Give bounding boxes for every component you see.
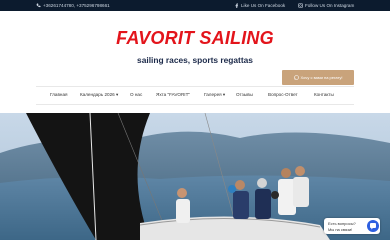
nav-item-yacht[interactable]: Яхта "FAVORIT" <box>156 92 190 97</box>
site-logo[interactable]: FAVORIT SAILING <box>0 28 390 49</box>
nav-item-home[interactable]: Главная <box>50 92 67 97</box>
whatsapp-regatta-button[interactable]: Хочу с вами на регату! <box>282 70 354 85</box>
facebook-icon <box>235 3 238 8</box>
nav-item-faq[interactable]: Вопрос-Ответ <box>268 92 298 97</box>
instagram-icon <box>298 3 303 8</box>
nav-item-reviews[interactable]: Отзывы <box>236 92 253 97</box>
top-bar: +36261744780, +375296798661 Like Us On F… <box>0 0 390 11</box>
phone-text: +36261744780, +375296798661 <box>43 3 110 8</box>
facebook-text: Like Us On Facebook <box>241 3 286 8</box>
nav-item-gallery[interactable]: Галерея ▾ <box>204 92 225 98</box>
chat-bubble-icon[interactable] <box>367 220 379 232</box>
whatsapp-icon <box>293 75 299 80</box>
phone-icon <box>36 3 41 8</box>
nav-item-contacts[interactable]: Контакты <box>314 92 334 97</box>
chat-line-1: Есть вопросы? <box>328 221 356 226</box>
facebook-link[interactable]: Like Us On Facebook <box>234 3 285 8</box>
site-tagline: sailing races, sports regattas <box>137 55 253 65</box>
whatsapp-button-label: Хочу с вами на регату! <box>300 75 343 80</box>
instagram-link[interactable]: Follow Us On Instagram <box>298 3 354 8</box>
chat-widget[interactable]: Есть вопросы? Мы на связи! <box>324 218 380 234</box>
instagram-text: Follow Us On Instagram <box>305 3 355 8</box>
phone-contact[interactable]: +36261744780, +375296798661 <box>36 3 110 8</box>
nav-item-about[interactable]: О нас <box>130 92 142 97</box>
main-navigation: Главная Календарь 2026 ▾ О нас Яхта "FAV… <box>0 87 390 103</box>
chat-line-2: Мы на связи! <box>328 227 353 232</box>
nav-item-calendar[interactable]: Календарь 2026 ▾ <box>80 92 118 98</box>
nav-divider-bottom <box>36 104 354 105</box>
